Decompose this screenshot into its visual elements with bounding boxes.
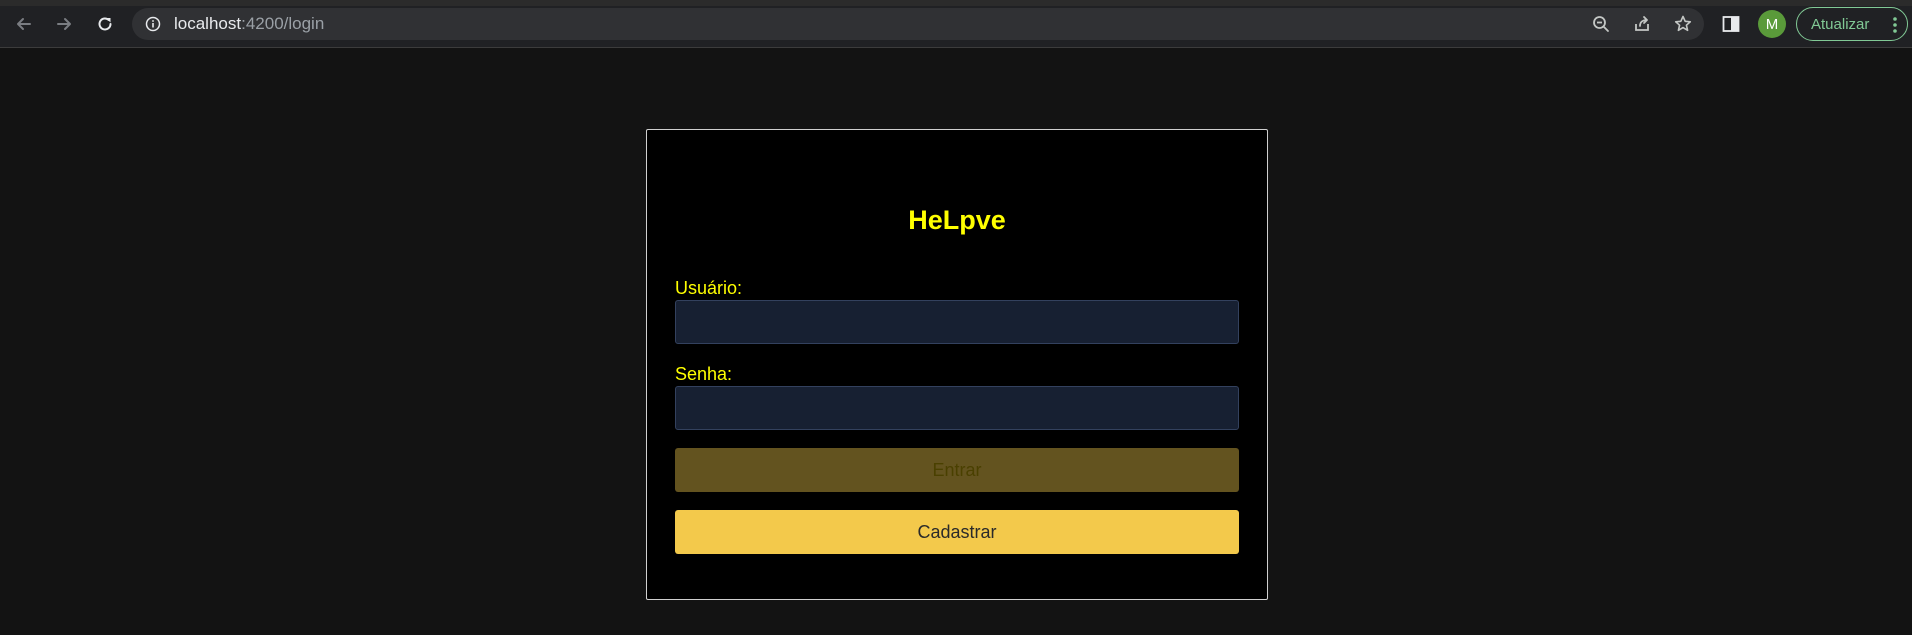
password-label: Senha: bbox=[675, 364, 733, 384]
app-title: HeLpve bbox=[908, 205, 1006, 235]
reload-button[interactable] bbox=[91, 10, 119, 38]
side-panel-button[interactable] bbox=[1717, 10, 1745, 38]
star-icon bbox=[1674, 15, 1692, 32]
address-bar[interactable]: localhost:4200/login bbox=[132, 8, 1704, 40]
username-input[interactable] bbox=[675, 300, 1239, 344]
username-label: Usuário: bbox=[675, 278, 743, 298]
browser-toolbar: localhost:4200/login M Atualizar bbox=[0, 0, 1912, 48]
url-path: :4200/login bbox=[241, 14, 325, 33]
share-icon bbox=[1635, 16, 1649, 31]
update-button[interactable]: Atualizar bbox=[1796, 7, 1908, 41]
share-button[interactable] bbox=[1631, 13, 1653, 35]
update-label: Atualizar bbox=[1811, 15, 1870, 33]
forward-button[interactable] bbox=[50, 10, 78, 38]
kebab-menu-icon[interactable] bbox=[1893, 16, 1897, 34]
side-panel-icon bbox=[1722, 16, 1740, 32]
arrow-right-icon bbox=[57, 18, 71, 30]
zoom-button[interactable] bbox=[1590, 13, 1612, 35]
url-host: localhost bbox=[174, 14, 242, 33]
login-card: HeLpve Usuário: Senha: Entrar Cadastrar bbox=[646, 129, 1268, 600]
url-text[interactable]: localhost:4200/login bbox=[174, 15, 324, 33]
info-icon[interactable] bbox=[145, 16, 161, 32]
back-button[interactable] bbox=[10, 10, 38, 38]
reload-icon bbox=[98, 17, 112, 31]
profile-avatar[interactable]: M bbox=[1758, 10, 1786, 38]
login-button[interactable]: Entrar bbox=[675, 448, 1239, 492]
tab-strip-edge bbox=[0, 0, 1912, 6]
password-input[interactable] bbox=[675, 386, 1239, 430]
zoom-out-icon bbox=[1593, 16, 1609, 32]
arrow-left-icon bbox=[17, 18, 31, 30]
register-button[interactable]: Cadastrar bbox=[675, 510, 1239, 554]
bookmark-button[interactable] bbox=[1672, 13, 1694, 35]
